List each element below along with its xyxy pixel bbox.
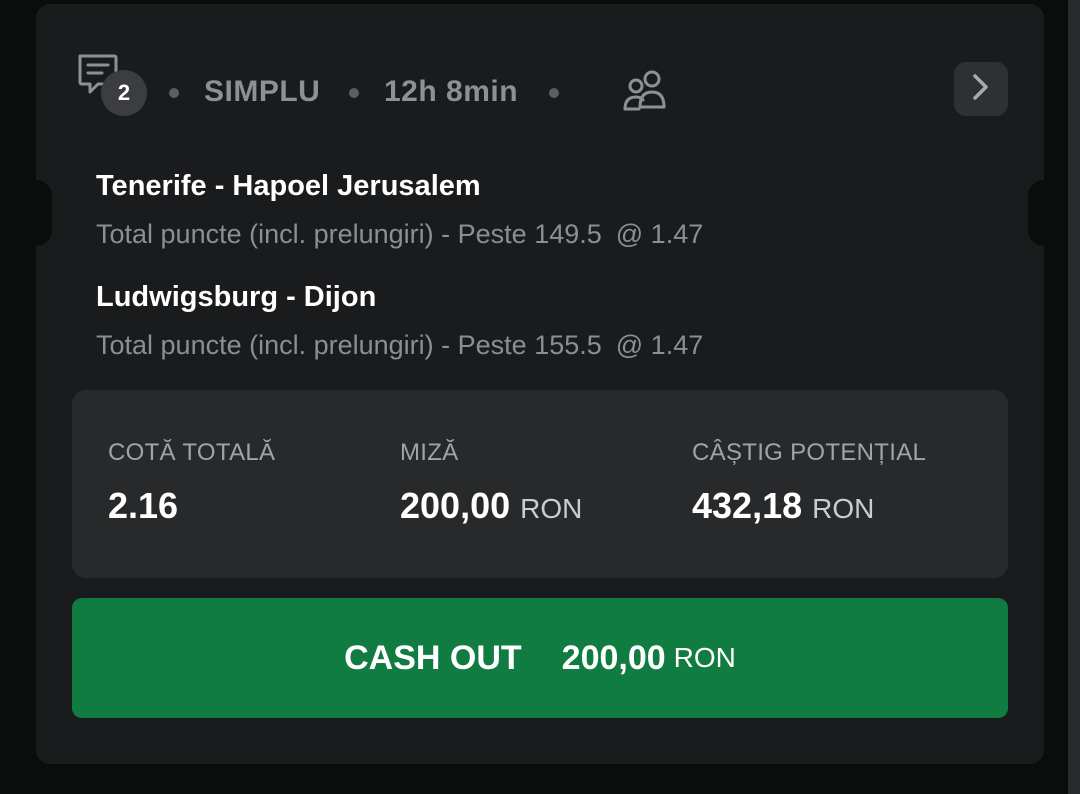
bet-slip-header: 2 SIMPLU 12h 8min [76,52,1016,132]
match-title: Ludwigsburg - Dijon [96,281,377,313]
ticket-notch-left [26,180,52,246]
market-name: Total puncte (incl. prelungiri) - Peste … [96,219,602,249]
ticket-notch-right [1028,180,1054,246]
market-name: Total puncte (incl. prelungiri) - Peste … [96,330,602,360]
selection-odds: @ 1.47 [615,219,704,249]
potential-win-label: CÂȘTIG POTENȚIAL [692,439,927,466]
potential-win-currency: RON [812,493,875,524]
stake-value: 200,00 [400,485,511,526]
total-odds-block: COTĂ TOTALĂ 2.16 [108,438,275,526]
potential-win-value: 432,18 [692,485,803,526]
separator-dot [349,88,359,98]
bet-selection: Ludwigsburg - Dijon Total puncte (incl. … [96,279,703,363]
potential-win-block: CÂȘTIG POTENȚIAL 432,18 RON [692,438,926,526]
stake-label: MIZĂ [400,439,459,466]
page: 2 SIMPLU 12h 8min Tenerife - Hapoel Jeru… [0,0,1080,794]
comments-count-badge: 2 [101,70,147,116]
stake-currency: RON [520,493,583,524]
total-odds-value: 2.16 [108,485,179,526]
stake-block: MIZĂ 200,00 RON [400,438,582,526]
scrollbar-track [1068,0,1080,794]
chevron-right-icon [970,72,992,107]
bet-slip-card[interactable]: 2 SIMPLU 12h 8min Tenerife - Hapoel Jeru… [26,4,1054,764]
cash-out-currency: RON [673,642,736,673]
bet-selection: Tenerife - Hapoel Jerusalem Total puncte… [96,168,703,252]
cash-out-amount: 200,00 [561,638,666,677]
total-odds-label: COTĂ TOTALĂ [108,439,276,466]
cash-out-label: CASH OUT [344,638,522,677]
bet-summary-panel: COTĂ TOTALĂ 2.16 MIZĂ 200,00 RON CÂȘTIG P… [72,390,1008,578]
time-remaining: 12h 8min [384,75,519,108]
users-icon [622,69,672,113]
bet-type-label: SIMPLU [204,75,321,108]
separator-dot [549,88,559,98]
market-description: Total puncte (incl. prelungiri) - Peste … [96,216,703,252]
selection-odds: @ 1.47 [615,330,704,360]
match-title: Tenerife - Hapoel Jerusalem [96,170,481,202]
market-description: Total puncte (incl. prelungiri) - Peste … [96,327,703,363]
cash-out-button[interactable]: CASH OUT 200,00 RON [72,598,1008,718]
separator-dot [169,88,179,98]
next-button[interactable] [954,62,1008,116]
